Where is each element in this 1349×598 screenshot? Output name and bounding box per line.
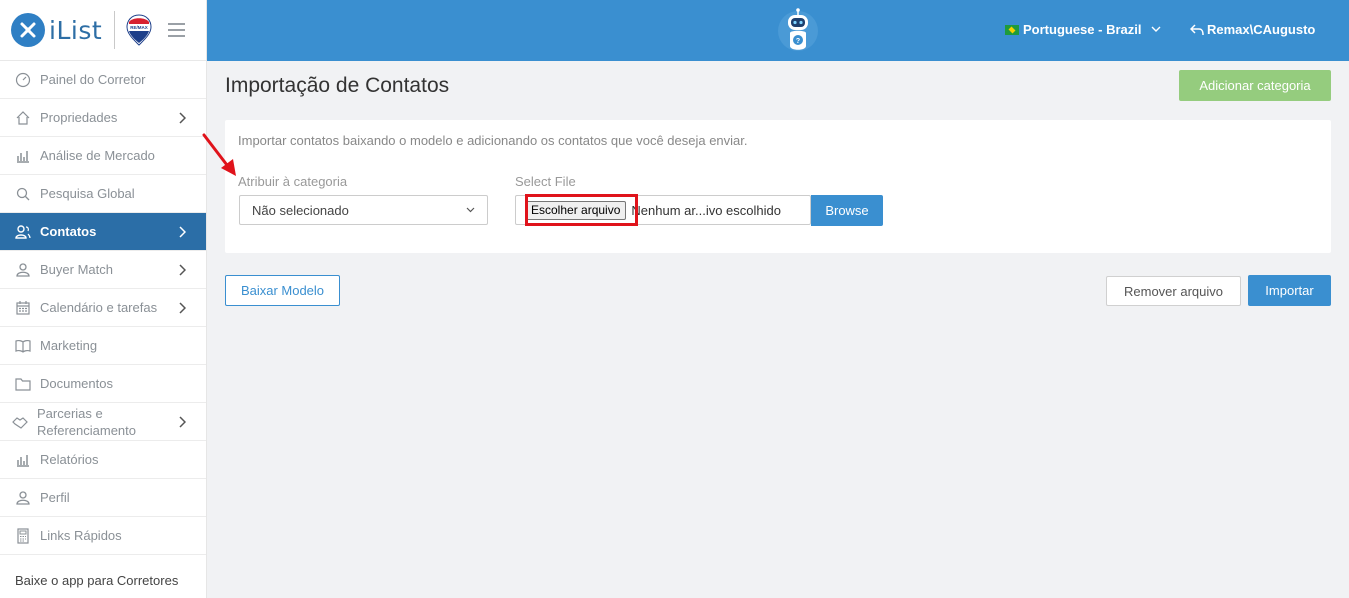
- svg-text:?: ?: [796, 38, 800, 45]
- sidebar-item-label: Buyer Match: [40, 262, 113, 277]
- category-label: Atribuir à categoria: [238, 174, 348, 189]
- sidebar-item-documentos[interactable]: Documentos: [0, 365, 206, 403]
- sidebar: iList RE/MAX Painel do Corretor Propried…: [0, 0, 207, 598]
- sidebar-item-parcerias[interactable]: Parcerias e Referenciamento: [0, 403, 206, 441]
- bar-chart-icon: [17, 150, 29, 163]
- svg-text:RE/MAX: RE/MAX: [130, 25, 148, 30]
- chevron-right-icon: [179, 301, 186, 314]
- handshake-icon: [12, 416, 28, 429]
- user-menu[interactable]: Remax\CAugusto: [1190, 22, 1315, 37]
- home-icon: [16, 110, 30, 125]
- user-icon: [16, 490, 30, 505]
- sidebar-item-painel[interactable]: Painel do Corretor: [0, 61, 206, 99]
- sidebar-item-buyer-match[interactable]: Buyer Match: [0, 251, 206, 289]
- chevron-right-icon: [179, 225, 186, 238]
- language-selector[interactable]: Portuguese - Brazil: [1005, 22, 1161, 37]
- category-select-value: Não selecionado: [252, 202, 349, 218]
- download-template-button[interactable]: Baixar Modelo: [225, 275, 340, 306]
- browse-button[interactable]: Browse: [811, 195, 883, 226]
- sidebar-nav: Painel do Corretor Propriedades Análise …: [0, 61, 206, 555]
- sidebar-item-label: Links Rápidos: [40, 528, 122, 543]
- sidebar-item-label: Marketing: [40, 338, 98, 353]
- app-download-link[interactable]: Baixe o app para Corretores: [15, 573, 178, 588]
- bar-chart-icon: [17, 454, 29, 467]
- gauge-icon: [15, 72, 31, 87]
- sidebar-item-label: Contatos: [40, 224, 97, 239]
- remove-file-button[interactable]: Remover arquivo: [1106, 276, 1241, 306]
- book-icon: [15, 339, 31, 353]
- sidebar-item-label: Perfil: [40, 490, 70, 505]
- sidebar-item-label: Relatórios: [40, 452, 99, 467]
- remax-balloon-icon: RE/MAX: [126, 14, 152, 46]
- robot-assistant-icon[interactable]: ?: [777, 8, 819, 54]
- file-name-text: Nenhum ar...ivo escolhido: [631, 202, 781, 218]
- sidebar-item-label: Propriedades: [40, 110, 118, 125]
- sidebar-item-calendario[interactable]: Calendário e tarefas: [0, 289, 206, 327]
- user-name: Remax\CAugusto: [1207, 22, 1316, 37]
- logo-area: iList RE/MAX: [0, 0, 206, 61]
- return-arrow-icon: [1190, 23, 1204, 35]
- category-select[interactable]: Não selecionado: [239, 195, 488, 225]
- file-label: Select File: [515, 174, 576, 189]
- sidebar-item-contatos[interactable]: Contatos: [0, 213, 206, 251]
- add-category-button[interactable]: Adicionar categoria: [1179, 70, 1331, 101]
- sidebar-item-label: Calendário e tarefas: [40, 300, 158, 315]
- choose-file-button[interactable]: Escolher arquivo: [525, 200, 627, 220]
- chevron-down-icon: [1151, 26, 1161, 32]
- chevron-right-icon: [179, 415, 186, 428]
- sidebar-item-analise[interactable]: Análise de Mercado: [0, 137, 206, 175]
- ilist-logo-icon[interactable]: [11, 13, 45, 47]
- chevron-right-icon: [179, 111, 186, 124]
- sidebar-item-pesquisa[interactable]: Pesquisa Global: [0, 175, 206, 213]
- sidebar-item-propriedades[interactable]: Propriedades: [0, 99, 206, 137]
- chevron-right-icon: [179, 263, 186, 276]
- sidebar-item-perfil[interactable]: Perfil: [0, 479, 206, 517]
- sidebar-item-marketing[interactable]: Marketing: [0, 327, 206, 365]
- page-title: Importação de Contatos: [225, 74, 450, 97]
- sidebar-item-label: Parcerias e Referenciamento: [37, 405, 136, 438]
- menu-toggle-icon[interactable]: [168, 23, 186, 37]
- top-bar: ? Portuguese - Brazil Remax\CAugusto: [207, 0, 1349, 61]
- contacts-icon: [15, 224, 31, 239]
- annotation-arrow-icon: [202, 133, 236, 176]
- sidebar-item-label: Painel do Corretor: [40, 72, 146, 87]
- import-description: Importar contatos baixando o modelo e ad…: [238, 133, 748, 148]
- sidebar-item-label: Pesquisa Global: [40, 186, 135, 201]
- sidebar-item-relatorios[interactable]: Relatórios: [0, 441, 206, 479]
- chevron-down-icon: [466, 207, 475, 213]
- import-button[interactable]: Importar: [1248, 275, 1331, 306]
- logo-text[interactable]: iList: [49, 16, 102, 45]
- calendar-icon: [16, 300, 30, 315]
- search-icon: [16, 187, 30, 200]
- language-label: Portuguese - Brazil: [1023, 22, 1142, 37]
- file-input[interactable]: Escolher arquivo Nenhum ar...ivo escolhi…: [515, 195, 811, 225]
- brazil-flag-icon: [1005, 24, 1019, 35]
- logo-divider: [114, 11, 116, 49]
- calculator-icon: [17, 527, 29, 544]
- sidebar-item-label: Documentos: [40, 376, 113, 391]
- sidebar-item-label: Análise de Mercado: [40, 148, 155, 163]
- user-icon: [16, 262, 30, 277]
- folder-icon: [15, 377, 31, 391]
- import-card: Importar contatos baixando o modelo e ad…: [225, 120, 1331, 253]
- sidebar-item-links-rapidos[interactable]: Links Rápidos: [0, 517, 206, 555]
